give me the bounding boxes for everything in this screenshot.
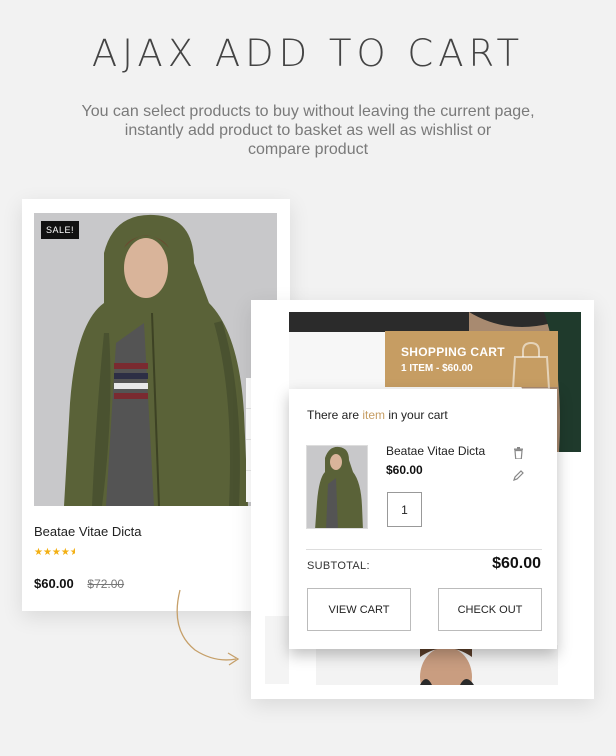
product-old-price: $72.00 [87,577,125,591]
curved-arrow-icon [176,589,240,666]
shopping-bag-icon [511,341,551,390]
jacket-model-illustration [34,213,277,506]
subtitle-line-1: You can select products to buy without l… [81,103,535,120]
checkout-button[interactable]: CHECK OUT [438,588,542,631]
cart-item-thumbnail[interactable] [306,445,368,529]
page-subtitle: You can select products to buy without l… [40,102,576,159]
jacket-thumbnail [307,446,367,528]
product-card: SALE! Beatae Vitae Dicta ★★★★★ $60.00 $7… [22,199,290,611]
subtitle-line-3: compare product [247,141,369,158]
subtotal-value: $60.00 [492,555,541,572]
cart-header-summary: 1 ITEM - $60.00 [401,363,473,374]
view-cart-button[interactable]: VIEW CART [307,588,411,631]
cart-message-suffix: in your cart [385,408,448,422]
cart-message: There are item in your cart [307,408,448,422]
cart-item-price: $60.00 [386,463,423,477]
background-strip [265,616,289,684]
subtitle-line-2: instantly add product to basket as well … [124,122,492,139]
product-image[interactable]: SALE! [34,213,277,506]
cart-message-prefix: There are [307,408,363,422]
edit-icon[interactable] [513,470,524,481]
page-title: AJAX ADD TO CART [91,32,525,75]
sale-badge: SALE! [41,221,80,239]
shopping-cart-header[interactable]: SHOPPING CART 1 ITEM - $60.00 [385,331,558,390]
product-price: $60.00 [34,576,74,591]
product-name[interactable]: Beatae Vitae Dicta [34,524,141,539]
trash-icon[interactable] [513,447,524,459]
divider [306,549,542,550]
cart-item-name[interactable]: Beatae Vitae Dicta [386,444,485,458]
face-photo [316,645,558,685]
price-row: $60.00 $72.00 [34,576,124,591]
cart-message-accent: item [362,408,386,422]
rating-stars-icon: ★★★★★ [34,547,75,558]
background-photo-bottom [316,645,558,685]
cart-dropdown: There are item in your cart Beatae Vitae… [289,389,557,649]
subtotal-label: SUBTOTAL: [307,560,370,572]
quantity-field[interactable]: 1 [387,492,422,527]
cart-header-title: SHOPPING CART [401,345,505,359]
